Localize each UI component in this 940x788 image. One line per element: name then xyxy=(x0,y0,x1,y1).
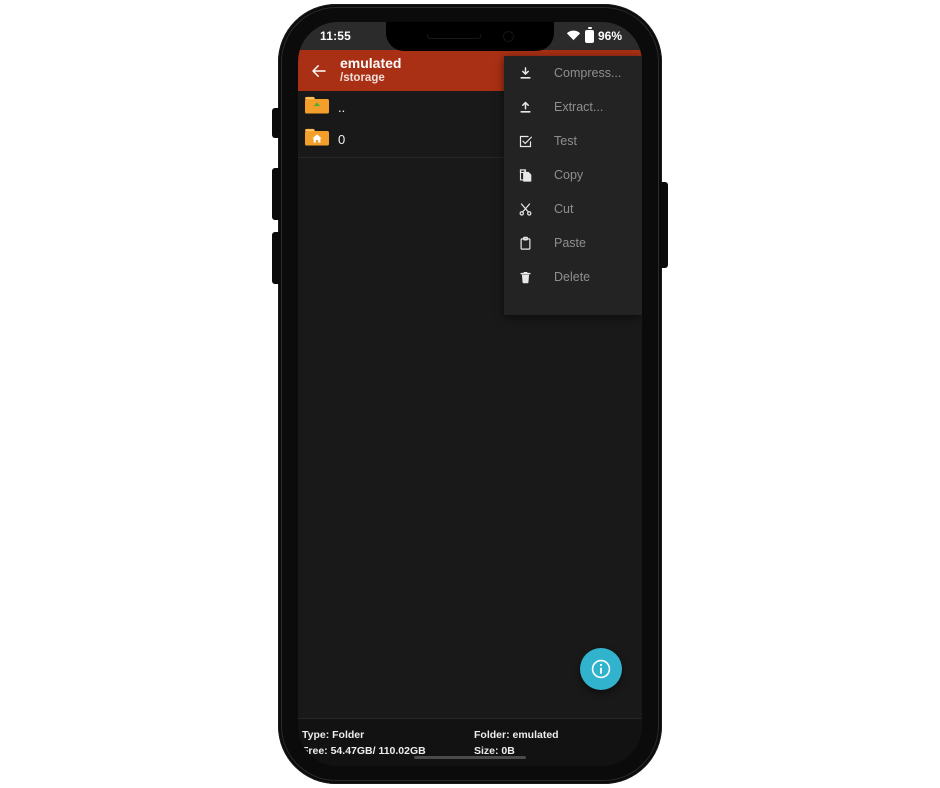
menu-item-label: Paste xyxy=(554,236,586,250)
device-notch xyxy=(386,22,554,51)
screenshot-root: 11:55 96% emulated /storage .. 0 Compres… xyxy=(0,0,940,788)
menu-item-compress[interactable]: Compress... xyxy=(504,56,642,90)
menu-item-label: Delete xyxy=(554,270,591,284)
earpiece-speaker xyxy=(426,34,481,39)
upload-icon xyxy=(512,100,538,115)
header-titles: emulated /storage xyxy=(340,56,401,85)
home-indicator[interactable] xyxy=(414,756,526,759)
status-clock: 11:55 xyxy=(320,29,352,43)
menu-item-test[interactable]: Test xyxy=(504,124,642,158)
back-button[interactable] xyxy=(298,50,340,91)
page-title: emulated xyxy=(340,55,402,72)
silent-switch-button[interactable] xyxy=(272,108,280,138)
front-camera-icon xyxy=(502,31,514,42)
menu-item-label: Cut xyxy=(554,202,574,216)
page-subtitle: /storage xyxy=(340,71,385,84)
volume-down-button[interactable] xyxy=(272,232,280,284)
battery-percent-label: 96% xyxy=(597,29,622,43)
menu-item-label: Extract... xyxy=(554,100,604,114)
menu-item-delete[interactable]: Delete xyxy=(504,260,642,294)
clipboard-icon xyxy=(512,236,538,251)
file-info-status-bar: Type: Folder Folder: emulated Free: 54.4… xyxy=(298,718,642,766)
back-arrow-icon xyxy=(312,64,326,77)
phone-screen: 11:55 96% emulated /storage .. 0 Compres… xyxy=(298,22,642,766)
menu-item-label: Test xyxy=(554,134,577,148)
menu-item-copy[interactable]: Copy xyxy=(504,158,642,192)
folder-home-icon xyxy=(304,126,330,153)
checkbox-icon xyxy=(512,134,538,149)
info-icon xyxy=(591,659,611,679)
status-type: Type: Folder xyxy=(302,729,365,741)
menu-item-cut[interactable]: Cut xyxy=(504,192,642,226)
wifi-icon xyxy=(566,29,581,44)
download-icon xyxy=(512,66,538,81)
menu-item-paste[interactable]: Paste xyxy=(504,226,642,260)
menu-item-label: Copy xyxy=(554,168,584,182)
copy-icon xyxy=(512,168,538,183)
folder-up-icon xyxy=(304,94,330,121)
scissors-icon xyxy=(512,202,538,217)
context-menu: Compress... Extract... Test Copy Cut Pas… xyxy=(504,56,642,315)
info-fab-button[interactable] xyxy=(580,648,622,690)
list-item-label: .. xyxy=(338,99,346,115)
trash-icon xyxy=(512,270,538,285)
volume-up-button[interactable] xyxy=(272,168,280,220)
list-item-label: 0 xyxy=(338,131,346,147)
menu-item-label: Compress... xyxy=(554,66,622,80)
power-button[interactable] xyxy=(660,182,668,268)
battery-icon xyxy=(584,27,594,43)
menu-item-extract[interactable]: Extract... xyxy=(504,90,642,124)
status-folder: Folder: emulated xyxy=(474,729,559,741)
